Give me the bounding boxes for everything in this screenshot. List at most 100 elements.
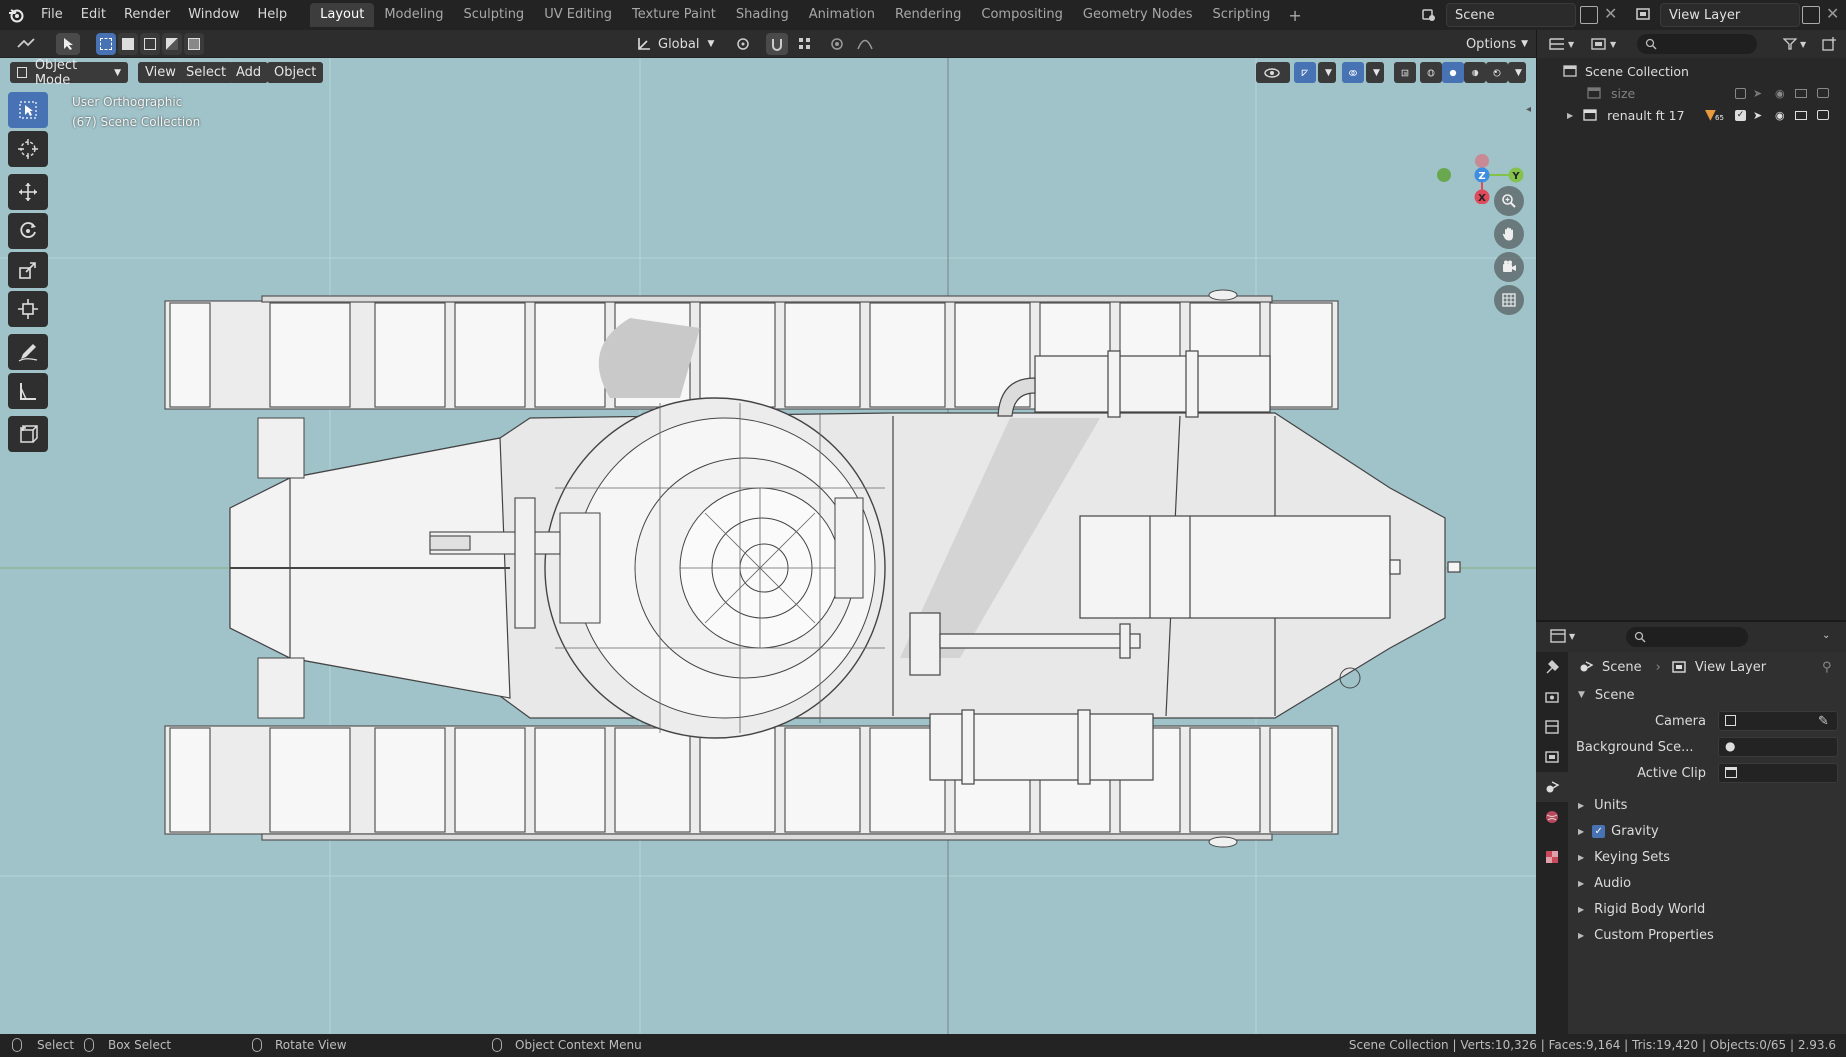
select-tool-button[interactable] <box>56 33 80 55</box>
eye-icon[interactable]: ◉ <box>1775 87 1785 100</box>
tab-geometry-nodes[interactable]: Geometry Nodes <box>1073 3 1203 27</box>
tab-rendering[interactable]: Rendering <box>885 3 971 27</box>
selection-mode-new-icon[interactable] <box>96 33 116 55</box>
measure-tool-icon[interactable] <box>8 373 48 409</box>
select-menu[interactable]: Select <box>179 62 234 83</box>
properties-editor-type-icon[interactable]: ▼ <box>1550 629 1575 643</box>
object-menu[interactable]: Object <box>267 62 324 83</box>
custom-properties-panel-header[interactable]: ▶ Custom Properties <box>1568 922 1846 948</box>
proportional-editing-toggle[interactable] <box>826 33 848 55</box>
shading-rendered-icon[interactable] <box>1486 62 1508 83</box>
selection-mode-extend-icon[interactable] <box>118 33 138 55</box>
render-camera-icon[interactable] <box>1817 88 1829 98</box>
active-clip-field[interactable] <box>1718 763 1838 783</box>
outliner-row-renault-ft17[interactable]: ▶ renault ft 17 ▼ 65 ✓ ➤ ◉ <box>1537 104 1846 126</box>
shading-material-icon[interactable] <box>1464 62 1486 83</box>
eye-icon[interactable]: ◉ <box>1775 109 1785 122</box>
camera-view-icon[interactable] <box>1494 252 1524 282</box>
keying-sets-panel-header[interactable]: ▶ Keying Sets <box>1568 844 1846 870</box>
annotate-tool-icon[interactable] <box>8 334 48 370</box>
move-tool-icon[interactable] <box>8 174 48 210</box>
menu-file[interactable]: File <box>32 0 72 30</box>
transform-tool-icon[interactable] <box>8 291 48 327</box>
outliner-row-scene-collection[interactable]: Scene Collection <box>1537 60 1846 82</box>
cursor-tool-icon[interactable] <box>8 131 48 167</box>
selectable-arrow-icon[interactable]: ➤ <box>1753 87 1762 100</box>
new-collection-icon[interactable] <box>1821 36 1837 56</box>
selectable-arrow-icon[interactable]: ➤ <box>1753 109 1762 122</box>
shading-solid-icon[interactable] <box>1442 62 1464 83</box>
expand-arrow-icon[interactable]: ▶ <box>1567 111 1573 120</box>
overlay-toggle-icon[interactable] <box>1342 62 1364 83</box>
rigid-body-world-panel-header[interactable]: ▶ Rigid Body World <box>1568 896 1846 922</box>
world-tab-icon[interactable] <box>1536 802 1568 832</box>
tool-tab-icon[interactable] <box>1536 652 1568 682</box>
viewport-monitor-icon[interactable] <box>1795 110 1807 120</box>
exclude-checkbox[interactable] <box>1735 87 1746 99</box>
zoom-icon[interactable] <box>1494 186 1524 216</box>
tab-uv-editing[interactable]: UV Editing <box>534 3 622 27</box>
background-scene-field[interactable]: ● <box>1718 737 1838 757</box>
menu-help[interactable]: Help <box>249 0 297 30</box>
render-tab-icon[interactable] <box>1536 682 1568 712</box>
selection-mode-invert-icon[interactable] <box>162 33 182 55</box>
filter-icon[interactable]: ▼ <box>1783 35 1813 53</box>
snap-toggle[interactable] <box>766 33 788 55</box>
tab-texture-paint[interactable]: Texture Paint <box>622 3 726 27</box>
eyedropper-icon[interactable]: ✎ <box>1818 714 1829 729</box>
texture-tab-icon[interactable] <box>1536 842 1568 872</box>
editor-type-button[interactable] <box>8 33 44 55</box>
scene-type-icon[interactable] <box>1414 4 1444 26</box>
tab-sculpting[interactable]: Sculpting <box>453 3 534 27</box>
tab-shading[interactable]: Shading <box>726 3 799 27</box>
outliner-editor-type-icon[interactable]: ▼ <box>1549 35 1579 53</box>
menu-render[interactable]: Render <box>115 0 179 30</box>
gravity-checkbox[interactable]: ✓ <box>1592 824 1606 838</box>
scene-tab-icon[interactable] <box>1536 772 1568 802</box>
shading-wireframe-icon[interactable] <box>1420 62 1442 83</box>
output-tab-icon[interactable] <box>1536 712 1568 742</box>
add-workspace-icon[interactable]: + <box>1280 6 1309 25</box>
select-box-tool-icon[interactable] <box>8 92 48 128</box>
view-layer-selector[interactable]: View Layer <box>1660 3 1800 27</box>
mode-dropdown[interactable]: Object Mode ▼ <box>10 58 128 88</box>
transform-orientation-dropdown[interactable]: Global ▼ <box>632 33 718 55</box>
menu-window[interactable]: Window <box>179 0 248 30</box>
properties-search-input[interactable] <box>1626 627 1748 647</box>
properties-options-dropdown[interactable]: ⌄ <box>1822 630 1830 641</box>
tab-compositing[interactable]: Compositing <box>971 3 1073 27</box>
xray-toggle-icon[interactable] <box>1394 62 1416 83</box>
gizmo-toggle-icon[interactable] <box>1294 62 1316 83</box>
menu-edit[interactable]: Edit <box>72 0 115 30</box>
scale-tool-icon[interactable] <box>8 252 48 288</box>
selection-mode-intersect-icon[interactable] <box>184 33 204 55</box>
tab-scripting[interactable]: Scripting <box>1203 3 1281 27</box>
rotate-tool-icon[interactable] <box>8 213 48 249</box>
3d-viewport[interactable]: Object Mode ▼ View Select Add Object ▼ ▼ <box>0 58 1536 1034</box>
gizmo-dropdown[interactable]: ▼ <box>1318 62 1336 83</box>
selection-mode-subtract-icon[interactable] <box>140 33 160 55</box>
visibility-dropdown-icon[interactable] <box>1256 62 1290 83</box>
view-menu[interactable]: View <box>138 62 183 83</box>
new-view-layer-icon[interactable] <box>1802 6 1820 24</box>
perspective-toggle-icon[interactable] <box>1494 285 1524 315</box>
outliner-search-input[interactable] <box>1637 34 1757 54</box>
overlay-dropdown[interactable]: ▼ <box>1366 62 1384 83</box>
render-camera-icon[interactable] <box>1817 110 1829 120</box>
navigation-gizmo[interactable]: Z Y X <box>1428 94 1536 205</box>
display-mode-icon[interactable]: ▼ <box>1591 35 1621 53</box>
audio-panel-header[interactable]: ▶ Audio <box>1568 870 1846 896</box>
scene-selector[interactable]: Scene <box>1446 3 1576 27</box>
blender-logo-icon[interactable] <box>0 0 32 30</box>
tab-animation[interactable]: Animation <box>799 3 885 27</box>
options-dropdown[interactable]: Options ▼ <box>1464 33 1530 55</box>
view-layer-icon[interactable] <box>1628 4 1658 26</box>
shading-dropdown[interactable]: ▼ <box>1508 62 1526 83</box>
proportional-falloff-dropdown[interactable] <box>850 33 880 55</box>
tab-modeling[interactable]: Modeling <box>374 3 453 27</box>
exclude-checkbox[interactable]: ✓ <box>1735 109 1746 121</box>
pivot-point-dropdown[interactable] <box>728 33 762 55</box>
gravity-panel-header[interactable]: ▶ ✓ Gravity <box>1568 818 1846 844</box>
snap-element-dropdown[interactable] <box>790 33 820 55</box>
new-scene-icon[interactable] <box>1580 6 1598 24</box>
